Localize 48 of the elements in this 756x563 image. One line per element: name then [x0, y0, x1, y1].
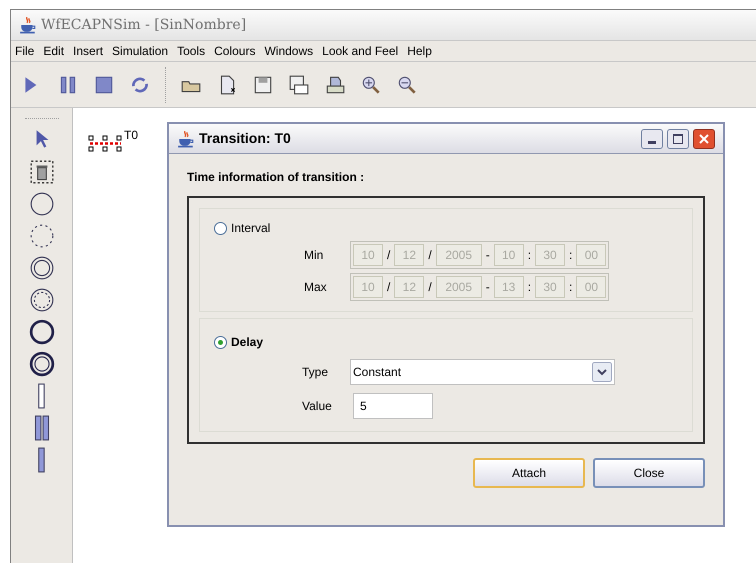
separator-text: /	[427, 279, 433, 296]
radio-button[interactable]: Delay	[214, 333, 678, 351]
range-label: Max	[303, 279, 328, 296]
window-title: WfECAPNSim - [SinNombre]	[41, 16, 246, 34]
close-button[interactable]	[693, 128, 715, 148]
menu-item[interactable]: Colours	[214, 42, 256, 60]
range-label: Min	[303, 247, 324, 264]
circle-icon[interactable]	[28, 191, 54, 217]
separator-text: /	[427, 247, 433, 264]
separator-text: -	[484, 279, 491, 296]
dialog-button[interactable]: Attach	[473, 458, 585, 488]
menu-item[interactable]: Tools	[177, 42, 206, 60]
separator-text: :	[568, 279, 574, 296]
menu-item[interactable]: Windows	[264, 42, 314, 60]
section-heading: Time information of transition :	[187, 169, 366, 186]
radio-button[interactable]: Interval	[214, 219, 678, 237]
coffee-cup-icon	[19, 16, 37, 34]
dashed-double-circle-icon[interactable]	[28, 287, 54, 313]
value-label: Value	[301, 398, 333, 415]
dialog-title: Transition: T0	[199, 129, 292, 148]
save-as-icon[interactable]	[288, 74, 310, 96]
dialog-button[interactable]: Close	[593, 458, 705, 488]
value-input[interactable]: 5	[353, 393, 433, 419]
separator-text: :	[526, 247, 532, 264]
transition-label: T0	[124, 127, 138, 144]
close-icon	[699, 134, 709, 144]
chevron-down-icon	[592, 362, 612, 382]
separator-text: :	[526, 279, 532, 296]
coffee-cup-icon	[177, 130, 195, 148]
separator-text: /	[386, 279, 392, 296]
separator-text: /	[386, 247, 392, 264]
separator-text: -	[484, 247, 491, 264]
menu-item[interactable]: Simulation	[112, 42, 168, 60]
minimize-button[interactable]	[641, 128, 663, 148]
menu-item[interactable]: Look and Feel	[322, 42, 398, 60]
bold-double-circle-icon[interactable]	[28, 351, 54, 377]
menu-item[interactable]: Edit	[43, 42, 64, 60]
double-circle-icon[interactable]	[28, 255, 54, 281]
trash-icon[interactable]	[28, 159, 54, 185]
maximize-button[interactable]	[667, 128, 689, 148]
menu-item[interactable]: Help	[407, 42, 432, 60]
bold-circle-icon[interactable]	[28, 319, 54, 345]
separator-text: :	[568, 247, 574, 264]
menu-item[interactable]: File	[15, 42, 34, 60]
menu-item[interactable]: Insert	[73, 42, 104, 60]
type-label: Type	[301, 364, 330, 381]
dashed-circle-icon[interactable]	[28, 223, 54, 249]
type-dropdown[interactable]: Constant	[350, 359, 615, 385]
